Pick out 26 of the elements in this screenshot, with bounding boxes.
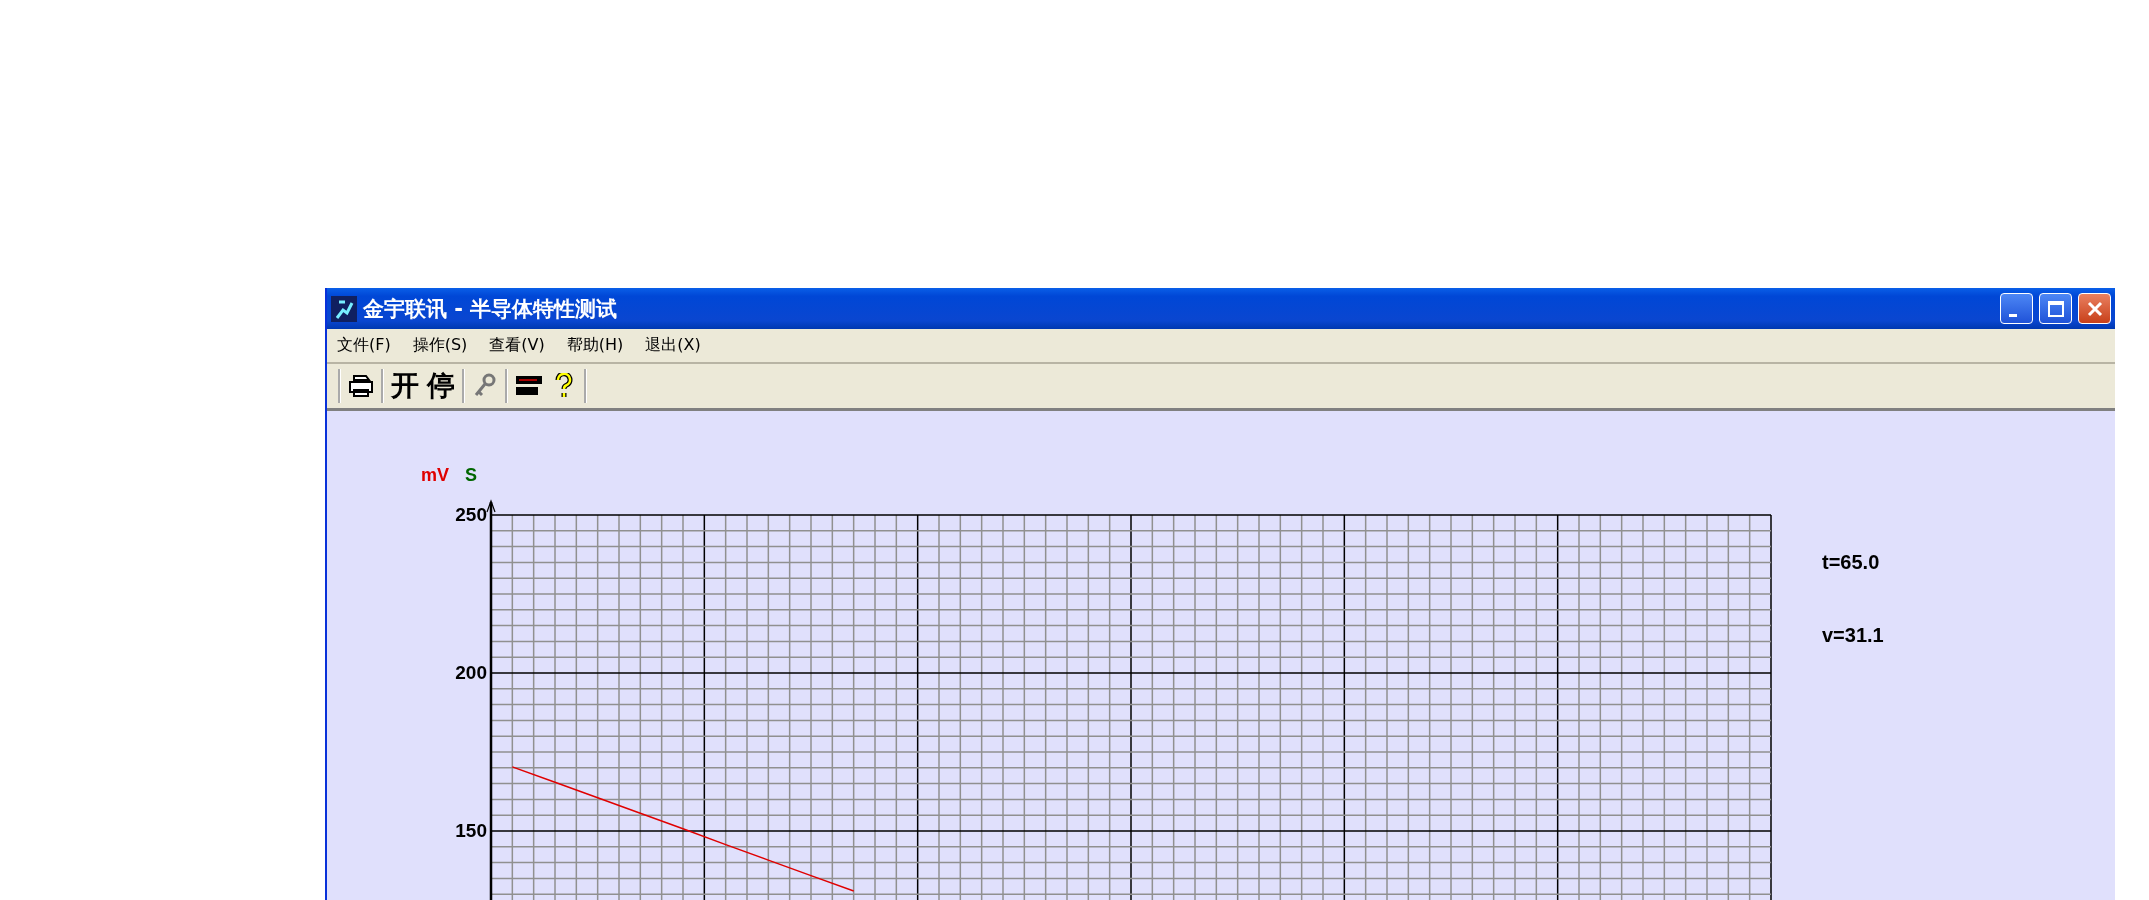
printer-icon [348,374,374,398]
toolbar-button[interactable]: 停 [423,368,459,404]
axis-unit-label: mV [421,465,449,485]
toolbar-button[interactable]: 开 [387,368,423,404]
axis-unit-label: S [465,465,477,485]
device-icon [515,375,543,397]
menu-item[interactable]: 查看(V) [489,335,545,356]
window-title: 金宇联讯 - 半导体特性测试 [363,295,619,323]
maximize-button[interactable] [2039,293,2072,324]
y-tick-label: 200 [455,662,487,683]
y-tick-label: 150 [455,820,487,841]
close-button[interactable] [2078,293,2111,324]
app-logo-icon [331,295,357,322]
y-tick-label: 250 [455,504,487,525]
help-icon [555,373,573,399]
menu-item[interactable]: 退出(X) [645,335,701,356]
minimize-button[interactable] [2000,293,2033,324]
maximize-icon [2046,299,2065,318]
menu-item[interactable]: 操作(S) [412,335,468,356]
readout-value: v=31.1 [1822,624,1884,647]
close-icon [2085,299,2104,318]
menu-item[interactable]: 文件(F) [337,335,391,356]
minimize-icon [2008,314,2017,317]
readout-value: t=65.0 [1822,551,1881,574]
menu-item[interactable]: 帮助(H) [566,335,624,356]
key-icon [473,373,497,399]
